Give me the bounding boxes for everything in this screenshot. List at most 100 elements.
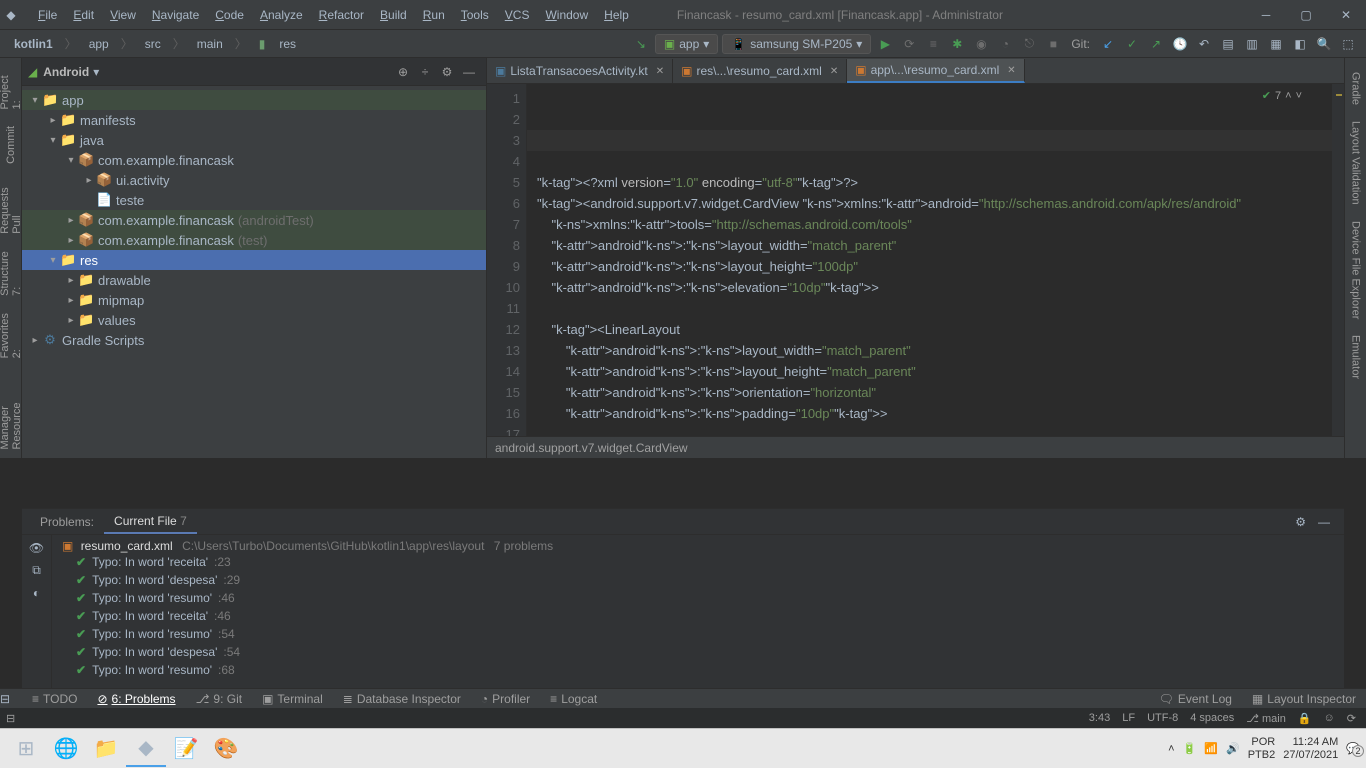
problem-item[interactable]: ✔Typo: In word 'resumo':68 — [62, 661, 1334, 679]
tool-todo[interactable]: ≡ TODO — [22, 690, 87, 708]
tray-language[interactable]: PORPTB2 — [1248, 736, 1276, 762]
run-config-selector[interactable]: ▣app▾ — [655, 34, 718, 54]
profiler-icon[interactable]: ◔ — [995, 34, 1015, 54]
rail-device-file-explorer[interactable]: Device File Explorer — [1348, 213, 1364, 327]
close-button[interactable]: ✕ — [1326, 0, 1366, 30]
tray-wifi-icon[interactable]: 📶 — [1204, 742, 1218, 755]
tree-row[interactable]: ▸📁manifests — [22, 110, 486, 130]
chevron-down-icon[interactable]: ▾ — [93, 65, 99, 79]
editor-tab[interactable]: ▣app\...\resumo_card.xml✕ — [847, 59, 1024, 83]
filter-icon[interactable]: ◐ — [33, 586, 40, 600]
tree-row[interactable]: ▸📦com.example.financask(test) — [22, 230, 486, 250]
tool-git[interactable]: ⎇ 9: Git — [186, 690, 253, 708]
problem-item[interactable]: ✔Typo: In word 'resumo':46 — [62, 589, 1334, 607]
tray-volume-icon[interactable]: 🔊 — [1226, 742, 1240, 755]
gear-icon[interactable]: ⚙ — [436, 65, 458, 79]
taskbar-notepad[interactable]: 📝 — [166, 731, 206, 767]
status-indent[interactable]: 4 spaces — [1190, 712, 1234, 724]
maximize-button[interactable]: ▢ — [1286, 0, 1326, 30]
tree-row[interactable]: ▸📁values — [22, 310, 486, 330]
rail-1--project[interactable]: 1: Project — [0, 64, 25, 118]
status-caret[interactable]: 3:43 — [1089, 712, 1110, 724]
tree-row[interactable]: ▸📦com.example.financask(androidTest) — [22, 210, 486, 230]
menu-code[interactable]: Code — [207, 4, 252, 26]
rail-emulator[interactable]: Emulator — [1348, 327, 1364, 387]
menu-file[interactable]: File — [30, 4, 65, 26]
device-selector[interactable]: 📱samsung SM-P205▾ — [722, 34, 871, 54]
tool-terminal[interactable]: ▣ Terminal — [252, 690, 333, 708]
tree-row[interactable]: ▸📦ui.activity — [22, 170, 486, 190]
menu-build[interactable]: Build — [372, 4, 415, 26]
chevron-down-icon[interactable]: ˅ — [1296, 86, 1302, 107]
project-tree[interactable]: ▾📁app▸📁manifests▾📁java▾📦com.example.fina… — [22, 86, 486, 458]
problem-item[interactable]: ✔Typo: In word 'receita':46 — [62, 607, 1334, 625]
menu-analyze[interactable]: Analyze — [252, 4, 311, 26]
tree-row[interactable]: 📄teste — [22, 190, 486, 210]
close-tab-icon[interactable]: ✕ — [656, 66, 664, 77]
problems-list[interactable]: ▣ resumo_card.xml C:\Users\Turbo\Documen… — [52, 535, 1344, 708]
tree-row[interactable]: ▾📦com.example.financask — [22, 150, 486, 170]
expand-icon[interactable]: ÷ — [414, 65, 436, 79]
tree-row[interactable]: ▾📁app — [22, 90, 486, 110]
avd-icon[interactable]: ▤ — [1218, 34, 1238, 54]
rail-layout-validation[interactable]: Layout Validation — [1348, 113, 1364, 213]
tool-problems[interactable]: ⊘ 6: Problems — [87, 690, 185, 708]
bug-icon[interactable]: ✱ — [947, 34, 967, 54]
rail-resource-manager[interactable]: Resource Manager — [0, 366, 25, 458]
resource-icon[interactable]: ◧ — [1290, 34, 1310, 54]
stop-icon[interactable]: ■ — [1043, 34, 1063, 54]
editor-body[interactable]: 1234567891011121314151617 ✔ 7 ˄ ˅ "k-tag… — [487, 84, 1344, 436]
git-update-icon[interactable]: ↙ — [1098, 34, 1118, 54]
problems-file-header[interactable]: ▣ resumo_card.xml C:\Users\Turbo\Documen… — [62, 539, 1334, 553]
tool-event-log[interactable]: 🗨 Event Log — [1149, 690, 1242, 708]
status-branch[interactable]: ⎇ main — [1246, 712, 1286, 725]
tab-current-file[interactable]: Current File 7 — [104, 510, 197, 534]
git-history-icon[interactable]: 🕓 — [1170, 34, 1190, 54]
taskbar-paint[interactable]: 🎨 — [206, 731, 246, 767]
eye-icon[interactable]: 👁 — [29, 541, 44, 555]
menu-edit[interactable]: Edit — [65, 4, 102, 26]
breadcrumb-main[interactable]: main — [191, 35, 229, 53]
rail-2--favorites[interactable]: 2: Favorites — [0, 304, 25, 366]
search-icon[interactable]: 🔍 — [1314, 34, 1334, 54]
breadcrumb-kotlin1[interactable]: kotlin1 — [8, 35, 59, 53]
tab-problems[interactable]: Problems: — [30, 511, 104, 533]
close-tab-icon[interactable]: ✕ — [1007, 65, 1015, 76]
tool-layout-inspector[interactable]: ▦ Layout Inspector — [1242, 690, 1366, 708]
tree-row[interactable]: ▸⚙Gradle Scripts — [22, 330, 486, 350]
locate-icon[interactable]: ⊕ — [392, 65, 414, 79]
rail-gradle[interactable]: Gradle — [1348, 64, 1364, 113]
problem-item[interactable]: ✔Typo: In word 'despesa':54 — [62, 643, 1334, 661]
status-sync-icon[interactable]: ⟳ — [1347, 712, 1356, 725]
status-lock-icon[interactable]: 🔒 — [1298, 712, 1312, 725]
sync-icon[interactable]: ↘ — [631, 34, 651, 54]
status-face-icon[interactable]: ☺ — [1324, 712, 1335, 724]
tray-chevron-icon[interactable]: ˄ — [1168, 743, 1174, 755]
problem-item[interactable]: ✔Typo: In word 'despesa':29 — [62, 571, 1334, 589]
tray-battery-icon[interactable]: 🔋 — [1183, 742, 1197, 755]
menu-run[interactable]: Run — [415, 4, 453, 26]
menu-refactor[interactable]: Refactor — [311, 4, 372, 26]
start-button[interactable]: ⊞ — [6, 731, 46, 767]
menu-vcs[interactable]: VCS — [497, 4, 538, 26]
problem-item[interactable]: ✔Typo: In word 'resumo':54 — [62, 625, 1334, 643]
tree-row[interactable]: ▾📁res — [22, 250, 486, 270]
panel-hide-icon[interactable]: — — [1312, 515, 1336, 529]
breadcrumb-app[interactable]: app — [83, 35, 115, 53]
problem-item[interactable]: ✔Typo: In word 'receita':23 — [62, 553, 1334, 571]
tool-logcat[interactable]: ≡ Logcat — [540, 690, 607, 708]
taskbar-chrome[interactable]: 🌐 — [46, 731, 86, 767]
code-area[interactable]: ✔ 7 ˄ ˅ "k-tag"><?xml version="1.0" enco… — [527, 84, 1332, 436]
copy-icon[interactable]: ⧉ — [32, 563, 41, 578]
rail-pull-requests[interactable]: Pull Requests — [0, 171, 25, 242]
error-stripe[interactable] — [1332, 84, 1344, 436]
project-view-selector[interactable]: Android — [43, 65, 89, 79]
structure-icon[interactable]: ▦ — [1266, 34, 1286, 54]
status-bar-toggle-icon[interactable]: ⊟ — [6, 712, 15, 725]
breadcrumb-res[interactable]: res — [273, 35, 302, 53]
editor-tab[interactable]: ▣ListaTransacoesActivity.kt✕ — [487, 59, 673, 83]
tree-row[interactable]: ▸📁mipmap — [22, 290, 486, 310]
attach-icon[interactable]: ⎋ — [1019, 34, 1039, 54]
panel-gear-icon[interactable]: ⚙ — [1289, 515, 1312, 529]
menu-window[interactable]: Window — [537, 4, 596, 26]
